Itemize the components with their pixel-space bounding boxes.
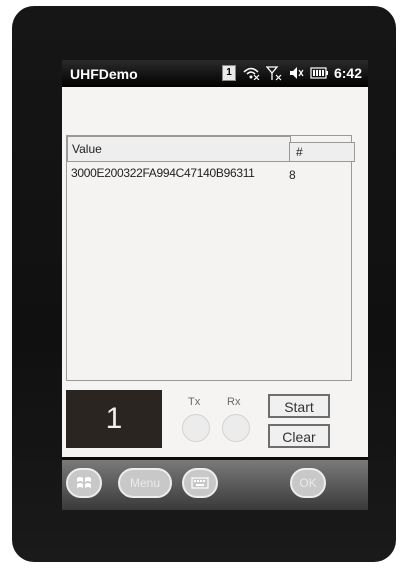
- soft-key-bar: Menu OK: [62, 460, 368, 510]
- battery-icon[interactable]: [310, 66, 328, 80]
- system-tray: 1 6:42: [221, 65, 362, 81]
- start-button[interactable]: Start: [268, 394, 330, 418]
- menu-label: Menu: [129, 476, 161, 490]
- menu-button[interactable]: Menu: [118, 468, 172, 498]
- read-count-display: 1: [66, 390, 162, 448]
- ok-button[interactable]: OK: [290, 468, 326, 498]
- tag-count: 8: [289, 168, 296, 182]
- tx-indicator: [182, 414, 210, 442]
- column-header-count[interactable]: #: [289, 142, 355, 162]
- clear-button[interactable]: Clear: [268, 424, 330, 448]
- clock: 6:42: [333, 65, 362, 81]
- table-row[interactable]: 3000E200322FA994C47140B96311 8: [71, 166, 351, 184]
- ok-label: OK: [299, 476, 317, 490]
- windows-start-icon[interactable]: [66, 468, 102, 498]
- tx-label: Tx: [188, 396, 201, 408]
- tag-list[interactable]: Value # 3000E200322FA994C47140B96311 8: [66, 135, 355, 381]
- volume-icon[interactable]: [288, 65, 304, 81]
- app-title: UHFDemo: [70, 66, 138, 82]
- tag-value: 3000E200322FA994C47140B96311: [71, 166, 255, 180]
- rx-label: Rx: [227, 396, 241, 408]
- title-bar: UHFDemo 1 6:42: [62, 60, 368, 87]
- phone-screen: UHFDemo 1 6:42 Value # 3000E200322FA994C…: [62, 60, 368, 510]
- notification-badge[interactable]: 1: [221, 65, 236, 81]
- rx-indicator: [222, 414, 250, 442]
- wifi-icon[interactable]: [242, 66, 260, 80]
- keyboard-icon[interactable]: [182, 468, 218, 498]
- signal-icon[interactable]: [265, 65, 282, 81]
- control-panel: 1 Tx Rx Start Clear: [62, 390, 368, 460]
- column-header-value[interactable]: Value: [67, 136, 291, 162]
- list-header: Value #: [67, 136, 355, 162]
